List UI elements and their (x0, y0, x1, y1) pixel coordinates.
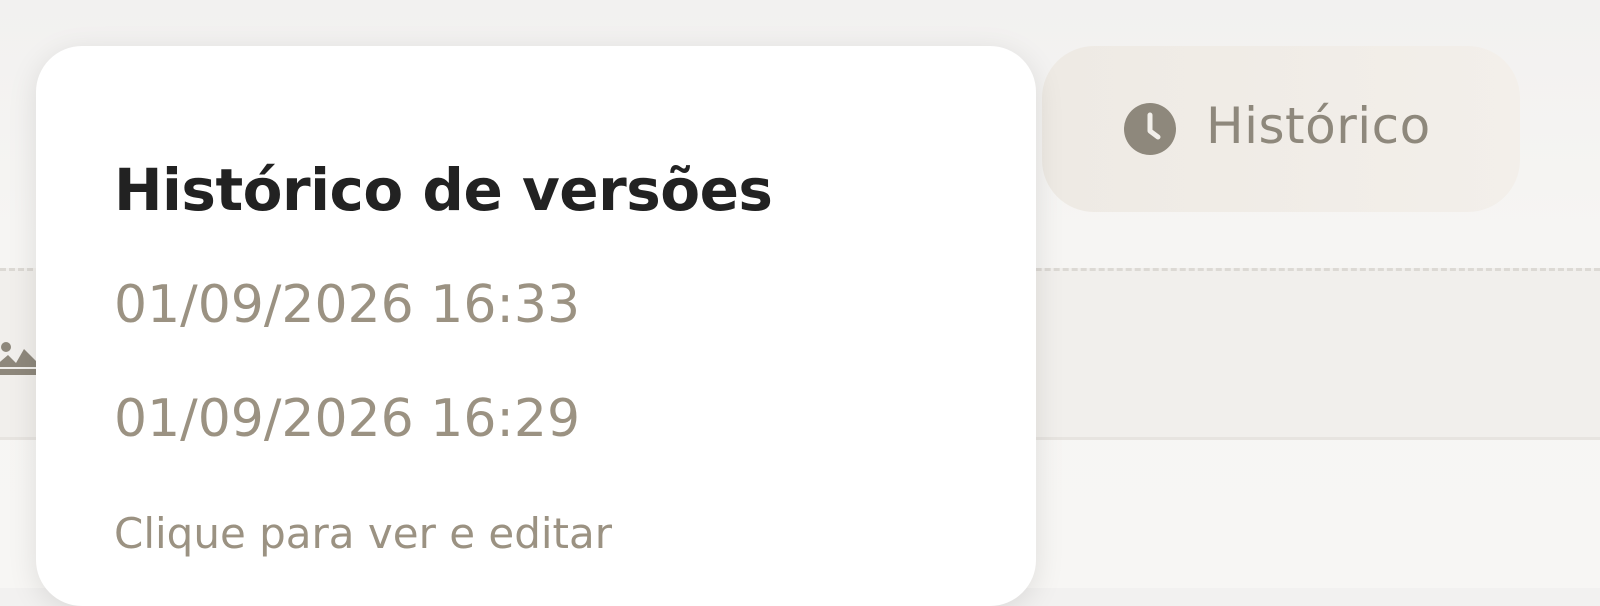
clock-icon (1124, 103, 1176, 155)
version-item[interactable]: 01/09/2026 16:29 (114, 386, 580, 452)
popover-title: Histórico de versões (114, 156, 773, 224)
version-item[interactable]: 01/09/2026 16:33 (114, 272, 580, 338)
history-button[interactable]: Histórico (1042, 46, 1520, 212)
history-button-label: Histórico (1206, 97, 1431, 155)
popover-hint: Clique para ver e editar (114, 509, 613, 558)
image-icon (0, 337, 38, 377)
version-history-popover: Histórico de versões 01/09/2026 16:33 01… (36, 46, 1036, 606)
